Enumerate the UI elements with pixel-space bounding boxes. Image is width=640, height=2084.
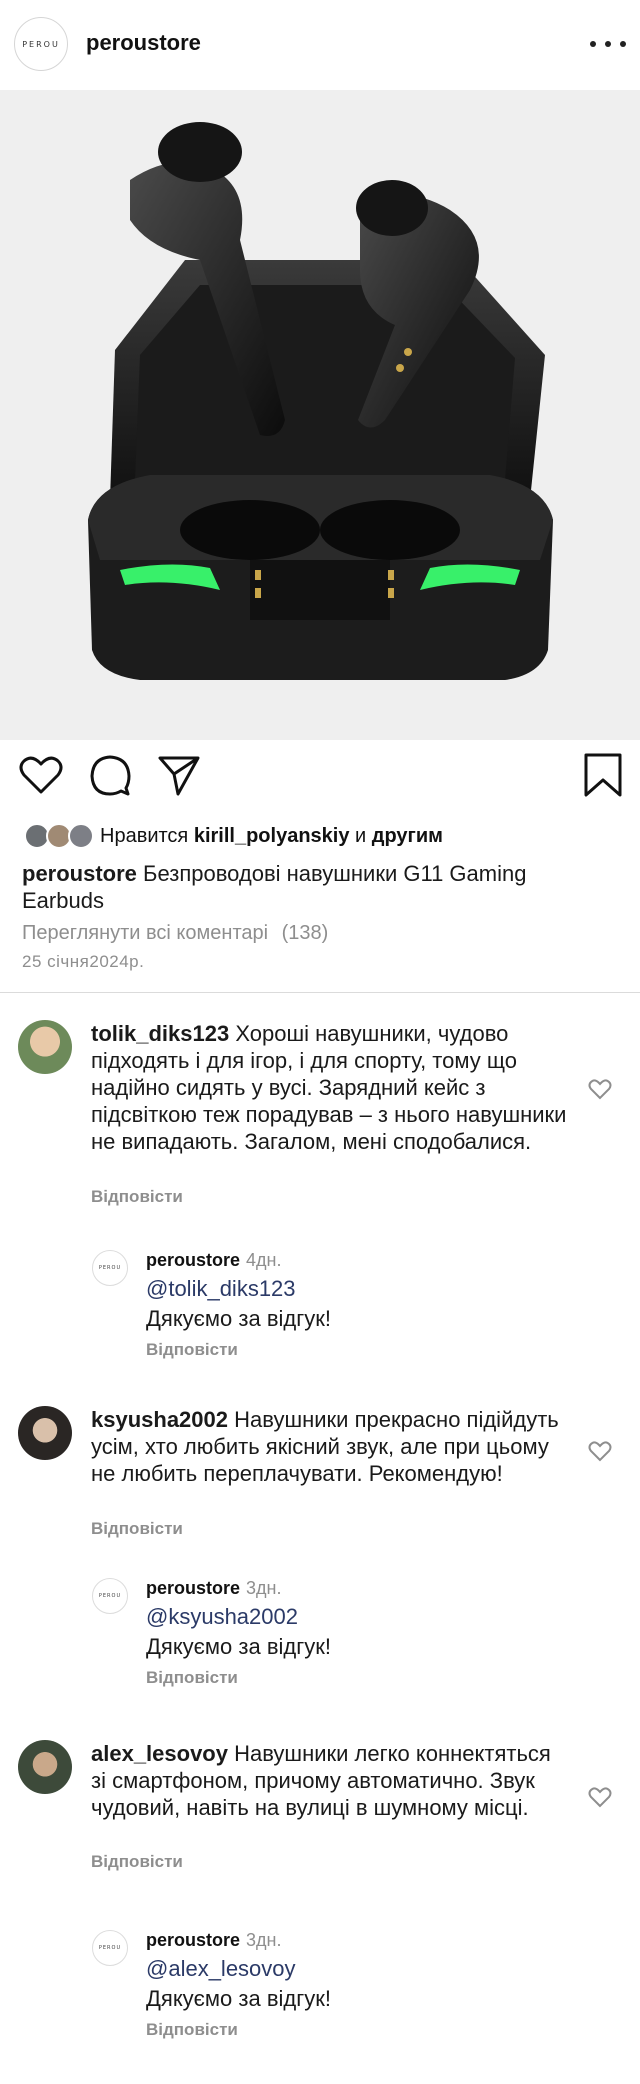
liker-avatar xyxy=(68,823,94,849)
caption-user[interactable]: peroustore xyxy=(22,861,137,886)
bookmark-icon[interactable] xyxy=(580,752,626,798)
likes-others[interactable]: другим xyxy=(372,825,443,847)
likes-prefix: Нравится xyxy=(100,824,189,847)
heart-icon[interactable] xyxy=(18,752,64,798)
share-icon[interactable] xyxy=(156,752,202,798)
post-caption: peroustore Безпроводові навушники G11 Ga… xyxy=(22,860,612,914)
reply-time: 3дн. xyxy=(246,1930,282,1950)
reply-body: Дякуємо за відгук! xyxy=(146,1634,331,1659)
comment-user[interactable]: tolik_diks123 xyxy=(91,1021,229,1046)
reply-user[interactable]: peroustore xyxy=(146,1250,240,1270)
reply-mention[interactable]: @alex_lesovoy xyxy=(146,1956,296,1982)
comment-text: ksyusha2002 Навушники прекрасно підійдут… xyxy=(91,1406,571,1487)
reply-button[interactable]: Відповісти xyxy=(91,1519,183,1539)
heart-icon[interactable] xyxy=(588,1440,612,1462)
likes-middle: и xyxy=(355,824,367,847)
avatar[interactable] xyxy=(18,1740,72,1794)
view-all-label: Переглянути всі коментарі xyxy=(22,922,269,944)
earbuds-product-photo xyxy=(88,122,553,680)
avatar[interactable] xyxy=(18,1020,72,1074)
store-logo-text: PEROU xyxy=(98,1265,122,1271)
reply-time: 3дн. xyxy=(246,1578,282,1598)
reply-button[interactable]: Відповісти xyxy=(146,1340,238,1360)
post-date: 25 січня2024р. xyxy=(22,952,145,971)
likes-user[interactable]: kirill_polyanskiy xyxy=(194,825,350,847)
comment-icon[interactable] xyxy=(88,752,134,798)
reply-time: 4дн. xyxy=(246,1250,282,1270)
reply-body: Дякуємо за відгук! xyxy=(146,1306,331,1331)
reply-body: Дякуємо за відгук! xyxy=(146,1986,331,2011)
reply-mention[interactable]: @tolik_diks123 xyxy=(146,1276,296,1302)
comment-text: tolik_diks123 Хороші навушники, чудово п… xyxy=(91,1020,571,1155)
avatar[interactable]: PEROU xyxy=(92,1930,128,1966)
likes-text: Нравится kirill_polyanskiy и другим xyxy=(100,825,443,848)
likes-row[interactable]: Нравится kirill_polyanskiy и другим xyxy=(24,822,443,850)
store-logo-text: PEROU xyxy=(98,1945,122,1951)
reply-button[interactable]: Відповісти xyxy=(146,2020,238,2040)
post-actions xyxy=(0,752,640,808)
reply-button[interactable]: Відповісти xyxy=(91,1852,183,1872)
more-icon[interactable] xyxy=(590,30,626,58)
store-logo-text: PEROU xyxy=(22,39,60,49)
comment-user[interactable]: alex_lesovoy xyxy=(91,1741,228,1766)
comments-count: (138) xyxy=(281,922,329,944)
comment-text: alex_lesovoy Навушники легко коннектятьс… xyxy=(91,1740,571,1821)
post-image[interactable] xyxy=(0,90,640,740)
reply-button[interactable]: Відповісти xyxy=(146,1668,238,1688)
liker-avatars xyxy=(24,823,100,849)
avatar[interactable]: PEROU xyxy=(92,1578,128,1614)
avatar[interactable]: PEROU xyxy=(92,1250,128,1286)
reply-header: peroustore 3дн. xyxy=(146,1930,282,1951)
comment-user[interactable]: ksyusha2002 xyxy=(91,1407,228,1432)
reply-button[interactable]: Відповісти xyxy=(91,1187,183,1207)
avatar[interactable] xyxy=(18,1406,72,1460)
heart-icon[interactable] xyxy=(588,1786,612,1808)
store-username[interactable]: peroustore xyxy=(86,30,201,56)
post-header: PEROU peroustore xyxy=(0,0,640,88)
heart-icon[interactable] xyxy=(588,1078,612,1100)
reply-user[interactable]: peroustore xyxy=(146,1930,240,1950)
reply-mention[interactable]: @ksyusha2002 xyxy=(146,1604,298,1630)
divider xyxy=(0,992,640,993)
store-avatar[interactable]: PEROU xyxy=(14,17,68,71)
reply-header: peroustore 3дн. xyxy=(146,1578,282,1599)
store-logo-text: PEROU xyxy=(98,1593,122,1599)
view-all-comments[interactable]: Переглянути всі коментарі (138) xyxy=(22,922,328,945)
reply-header: peroustore 4дн. xyxy=(146,1250,282,1271)
reply-user[interactable]: peroustore xyxy=(146,1578,240,1598)
